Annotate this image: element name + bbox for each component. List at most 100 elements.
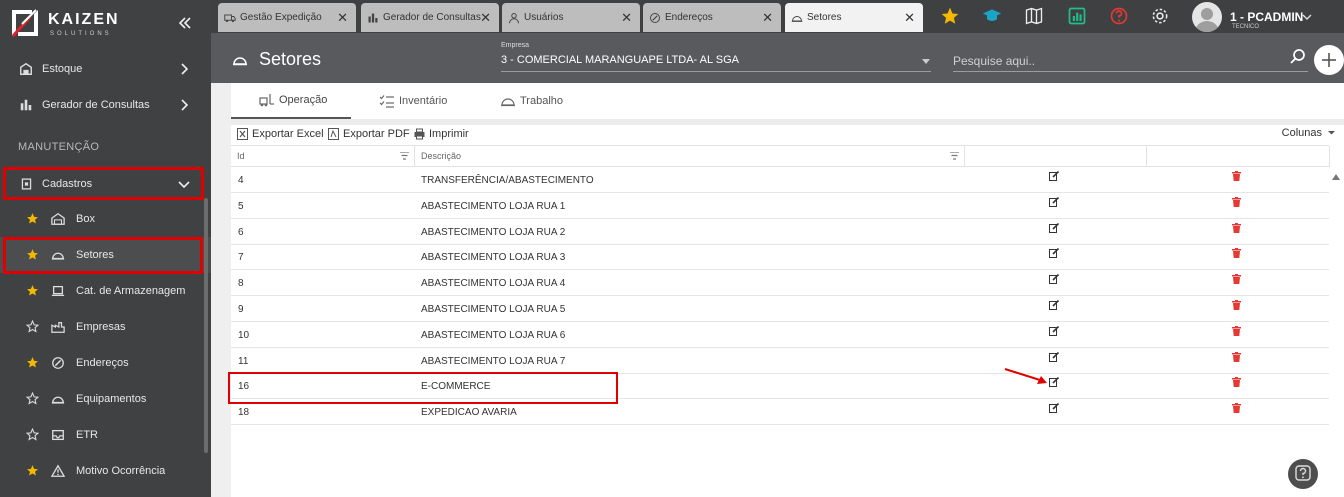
tab-usuarios[interactable]: Usuários ✕	[502, 3, 640, 32]
edit-icon[interactable]	[1049, 351, 1059, 362]
column-header-delete	[1147, 146, 1330, 167]
caret-down-icon[interactable]	[922, 59, 930, 65]
edit-icon[interactable]	[1049, 248, 1059, 259]
dashboard-chart-icon[interactable]	[1067, 6, 1087, 26]
trash-icon[interactable]	[1232, 196, 1241, 207]
export-pdf-label: Exportar PDF	[343, 128, 410, 140]
tab-gerador-de-consultas[interactable]: Gerador de Consultas ✕	[361, 3, 499, 32]
star-outline-icon[interactable]	[26, 392, 39, 405]
logo-mark-icon	[11, 9, 38, 38]
subtab-inventario[interactable]: Inventário	[379, 83, 479, 119]
tab-setores[interactable]: Setores ✕	[785, 3, 923, 32]
trash-icon[interactable]	[1232, 222, 1241, 233]
sidebar-subitem-box[interactable]: Box	[0, 201, 211, 237]
edit-icon[interactable]	[1049, 325, 1059, 336]
edit-icon[interactable]	[1049, 403, 1059, 414]
scroll-up-arrow-icon[interactable]	[1332, 174, 1340, 180]
sidebar-subitem-empresas[interactable]: Empresas	[0, 309, 211, 345]
trash-icon[interactable]	[1232, 325, 1241, 336]
subtab-trabalho[interactable]: Trabalho	[500, 83, 600, 119]
empresa-select[interactable]: 3 - COMERCIAL MARANGUAPE LTDA- AL SGA	[501, 54, 739, 66]
star-filled-icon[interactable]	[26, 284, 39, 297]
trash-icon[interactable]	[1232, 248, 1241, 259]
kaizen-logo[interactable]: KAIZEN SOLUTIONS	[8, 6, 128, 40]
hardhat-icon	[233, 56, 247, 65]
sidebar-subitem-equipamentos[interactable]: Equipamentos	[0, 381, 211, 417]
column-header-descricao[interactable]: Descrição	[415, 146, 965, 167]
avatar[interactable]	[1192, 2, 1222, 32]
subtab-operacao[interactable]: Operação	[231, 83, 351, 119]
box-icon	[18, 61, 34, 77]
edit-icon[interactable]	[1049, 222, 1059, 233]
sidebar-item-estoque[interactable]: Estoque	[0, 51, 211, 87]
close-tab-icon[interactable]: ✕	[480, 11, 491, 24]
trash-icon[interactable]	[1232, 377, 1241, 388]
tab-gestao-expedicao[interactable]: Gestão Expedição ✕	[218, 3, 356, 32]
tab-enderecos[interactable]: Endereços ✕	[643, 3, 781, 32]
table-row[interactable]: 4 TRANSFERÊNCIA/ABASTECIMENTO	[231, 167, 1329, 193]
trash-icon[interactable]	[1232, 274, 1241, 285]
search-icon[interactable]	[1289, 48, 1307, 66]
highlight-box-setores	[3, 237, 203, 274]
trash-icon[interactable]	[1232, 351, 1241, 362]
sidebar-subitem-etr[interactable]: ETR	[0, 417, 211, 453]
collapse-sidebar-icon[interactable]	[176, 14, 194, 32]
edit-icon[interactable]	[1049, 300, 1059, 310]
subtab-label: Inventário	[399, 95, 448, 107]
close-tab-icon[interactable]: ✕	[621, 11, 632, 24]
table-row[interactable]: 5 ABASTECIMENTO LOJA RUA 1	[231, 193, 1329, 219]
help-question-icon[interactable]	[1109, 6, 1129, 26]
star-filled-icon[interactable]	[26, 212, 39, 225]
edit-icon[interactable]	[1049, 274, 1059, 285]
print-button[interactable]: Imprimir	[414, 126, 469, 142]
star-filled-icon[interactable]	[26, 356, 39, 369]
close-tab-icon[interactable]: ✕	[337, 11, 348, 24]
sidebar-item-gerador-de-consultas[interactable]: Gerador de Consultas	[0, 87, 211, 123]
filter-icon[interactable]	[400, 152, 409, 160]
column-header-id[interactable]: Id	[231, 146, 415, 167]
table-row[interactable]: 10 ABASTECIMENTO LOJA RUA 6	[231, 322, 1329, 348]
trash-icon[interactable]	[1232, 403, 1241, 414]
export-pdf-button[interactable]: Exportar PDF	[328, 126, 410, 142]
hardhat-icon	[791, 15, 803, 22]
column-header-edit	[965, 146, 1147, 167]
graduation-cap-icon[interactable]	[982, 6, 1002, 26]
gear-icon[interactable]	[1150, 6, 1170, 26]
chevron-down-icon[interactable]	[1301, 11, 1313, 23]
user-name[interactable]: 1 - PCADMIN	[1230, 10, 1303, 24]
favorites-star-icon[interactable]	[940, 6, 960, 26]
sidebar-subitem-motivo-ocorrencia[interactable]: Motivo Ocorrência	[0, 453, 211, 489]
table-row[interactable]: 9 ABASTECIMENTO LOJA RUA 5	[231, 296, 1329, 322]
sidebar-subitem-cat-armazenagem[interactable]: Cat. de Armazenagem	[0, 273, 211, 309]
chart-bars-icon	[368, 13, 378, 22]
edit-icon[interactable]	[1049, 171, 1059, 181]
edit-icon[interactable]	[1049, 196, 1059, 207]
cell-descricao: ABASTECIMENTO LOJA RUA 7	[421, 355, 566, 367]
trash-icon[interactable]	[1232, 300, 1241, 310]
section-label-manutencao: MANUTENÇÃO	[18, 141, 100, 153]
sidebar-scrollbar[interactable]	[204, 198, 208, 453]
columns-dropdown[interactable]: Colunas	[1282, 127, 1336, 139]
star-outline-icon[interactable]	[26, 320, 39, 333]
filter-icon[interactable]	[950, 152, 959, 160]
search-input[interactable]	[953, 52, 1293, 70]
table-row[interactable]: 6 ABASTECIMENTO LOJA RUA 2	[231, 219, 1329, 245]
table-row[interactable]: 8 ABASTECIMENTO LOJA RUA 4	[231, 270, 1329, 297]
table-row[interactable]: 7 ABASTECIMENTO LOJA RUA 3	[231, 244, 1329, 271]
map-icon[interactable]	[1024, 6, 1044, 26]
floating-help-button[interactable]	[1288, 459, 1318, 489]
star-outline-icon[interactable]	[26, 428, 39, 441]
close-tab-icon[interactable]: ✕	[762, 11, 773, 24]
sidebar-subitem-enderecos[interactable]: Endereços	[0, 345, 211, 381]
close-tab-icon[interactable]: ✕	[904, 11, 915, 24]
brand-name: KAIZEN	[48, 11, 120, 28]
trash-icon[interactable]	[1232, 171, 1241, 181]
inbox-icon	[52, 429, 64, 441]
add-button[interactable]	[1314, 45, 1344, 75]
sidebar-subitem-label: Motivo Ocorrência	[76, 465, 166, 477]
pallet-icon	[51, 285, 65, 297]
export-excel-button[interactable]: Exportar Excel	[237, 126, 324, 142]
cell-id: 5	[238, 200, 244, 212]
table-row[interactable]: 11 ABASTECIMENTO LOJA RUA 7	[231, 348, 1329, 374]
star-filled-icon[interactable]	[26, 464, 39, 477]
